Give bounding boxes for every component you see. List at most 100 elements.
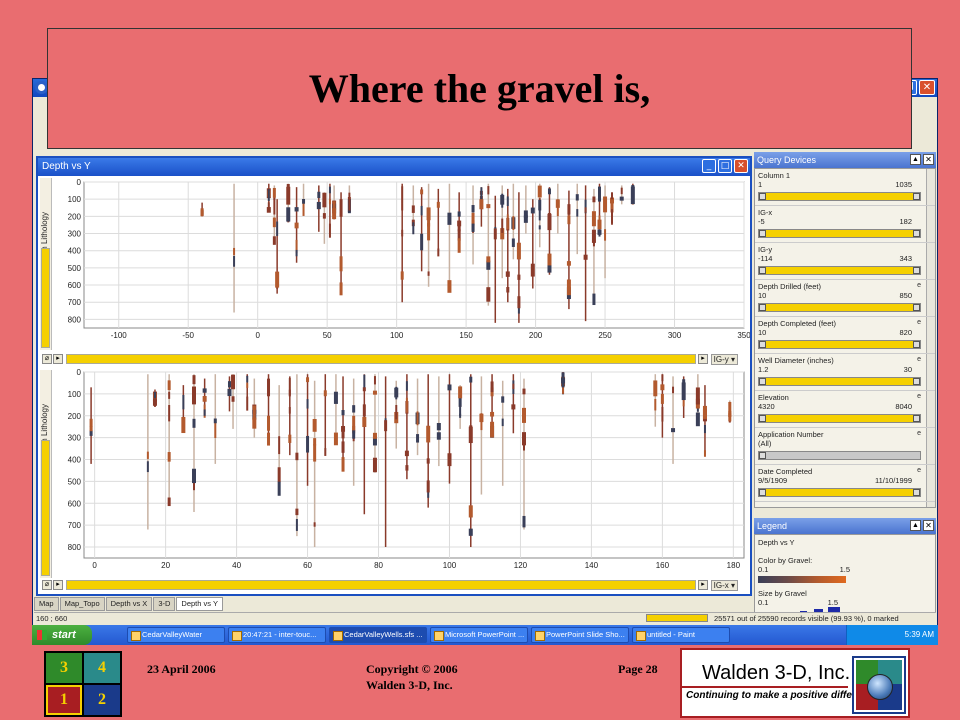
tab-3-d[interactable]: 3-D — [153, 597, 176, 611]
top-vertical-range-bar[interactable] — [41, 248, 50, 348]
query-device-flag: e — [917, 467, 921, 474]
clock: 5:39 AM — [904, 630, 934, 639]
top-link-icon[interactable]: ⌀ — [42, 354, 52, 364]
gravel-segment — [192, 375, 196, 385]
slider-handle-max[interactable] — [913, 378, 920, 385]
plot-window-titlebar[interactable]: Depth vs Y _ □ ✕ — [38, 158, 750, 176]
close-icon[interactable]: ✕ — [923, 520, 934, 531]
tab-depth-vs-y[interactable]: Depth vs Y — [176, 597, 223, 611]
gravel-segment — [654, 398, 657, 411]
collapse-icon[interactable]: ▲ — [910, 520, 921, 531]
bottom-link-icon[interactable]: ⌀ — [42, 580, 52, 590]
close-icon[interactable]: ✕ — [734, 159, 748, 173]
slider-handle-min[interactable] — [759, 304, 766, 311]
collapse-icon[interactable]: ▲ — [910, 154, 921, 165]
top-horizontal-range-bar[interactable] — [66, 354, 696, 364]
slider-handle-min[interactable] — [759, 415, 766, 422]
taskbar-item[interactable]: Microsoft PowerPoint ... — [430, 627, 528, 643]
bottom-axis-selector[interactable]: IG-x ▾ — [710, 580, 738, 591]
query-range-slider[interactable] — [758, 451, 921, 460]
slider-handle-min[interactable] — [759, 452, 766, 459]
slider-handle-min[interactable] — [759, 378, 766, 385]
query-device-item: Column 1 1 1035 — [755, 169, 935, 206]
bottom-vertical-range-bar[interactable] — [41, 440, 50, 576]
taskbar-item[interactable]: CedarValleyWater — [127, 627, 225, 643]
taskbar-item[interactable]: PowerPoint Slide Sho... — [531, 627, 629, 643]
close-icon[interactable]: ✕ — [923, 154, 934, 165]
gravel-segment — [167, 452, 171, 462]
minimize-icon[interactable]: _ — [702, 159, 716, 173]
slider-handle-min[interactable] — [759, 193, 766, 200]
slider-handle-max[interactable] — [913, 193, 920, 200]
slider-handle-min[interactable] — [759, 341, 766, 348]
bottom-scroll-right-icon[interactable]: ▸ — [698, 580, 708, 590]
slider-handle-min[interactable] — [759, 489, 766, 496]
gravel-segment — [702, 405, 707, 419]
taskbar-item[interactable]: 20:47:21 - inter-touc... — [228, 627, 326, 643]
slider-handle-min[interactable] — [759, 267, 766, 274]
query-range-slider[interactable] — [758, 266, 921, 275]
gravel-segment — [530, 263, 535, 277]
top-scroll-left-icon[interactable]: ▸ — [53, 354, 63, 364]
gravel-segment — [506, 214, 509, 230]
x-tick-label: 140 — [585, 561, 599, 570]
status-records: 25571 out of 25590 records visible (99.9… — [714, 614, 899, 623]
bottom-horizontal-range-bar[interactable] — [66, 580, 696, 590]
top-plot-panel: Depth Lithology -100 -50 0 50 100 150 200 250 30… — [38, 176, 750, 366]
slider-handle-max[interactable] — [913, 304, 920, 311]
legend-header[interactable]: Legend ▲ ✕ — [754, 518, 936, 534]
gravel-segment — [471, 205, 475, 213]
gravel-segment — [436, 432, 441, 440]
gravel-segment — [468, 505, 473, 518]
slider-handle-max[interactable] — [913, 489, 920, 496]
top-scroll-right-icon[interactable]: ▸ — [698, 354, 708, 364]
query-range-slider[interactable] — [758, 229, 921, 238]
gravel-segment — [339, 256, 343, 272]
gravel-segment — [522, 407, 526, 423]
quick-launch-icons[interactable] — [98, 629, 122, 641]
tab-map-topo[interactable]: Map_Topo — [59, 597, 105, 611]
gravel-segment — [312, 418, 317, 432]
start-button[interactable]: start — [32, 625, 92, 645]
slide-title: Where the gravel is, — [308, 66, 651, 111]
gravel-segment — [493, 228, 497, 240]
x-tick-label: 100 — [390, 331, 404, 340]
gravel-segment — [703, 450, 706, 457]
gravel-segment — [333, 391, 338, 404]
gravel-segment — [469, 376, 473, 383]
slider-handle-max[interactable] — [913, 230, 920, 237]
gravel-segment — [426, 480, 430, 493]
slide-title-box: Where the gravel is, — [47, 28, 912, 149]
query-range-slider[interactable] — [758, 488, 921, 497]
slider-handle-max[interactable] — [913, 341, 920, 348]
query-range-slider[interactable] — [758, 340, 921, 349]
maximize-icon[interactable]: □ — [718, 159, 732, 173]
bottom-scroll-left-icon[interactable]: ▸ — [53, 580, 63, 590]
query-devices-header[interactable]: Query Devices ▲ ✕ — [754, 152, 936, 168]
gravel-segment — [373, 376, 376, 385]
slider-handle-max[interactable] — [913, 415, 920, 422]
taskbar-item[interactable]: CedarValleyWells.sfs ... — [329, 627, 427, 643]
query-range-slider[interactable] — [758, 377, 921, 386]
query-range-slider[interactable] — [758, 414, 921, 423]
x-tick-label: 300 — [668, 331, 682, 340]
gravel-segment — [400, 271, 404, 280]
gravel-segment — [490, 421, 495, 438]
gravel-segment — [547, 213, 551, 229]
gravel-segment — [202, 396, 207, 402]
gravel-segment — [333, 432, 338, 446]
query-range-slider[interactable] — [758, 303, 921, 312]
tab-map[interactable]: Map — [34, 597, 59, 611]
close-icon[interactable]: ✕ — [919, 80, 935, 95]
slider-handle-min[interactable] — [759, 230, 766, 237]
gravel-segment — [660, 384, 665, 391]
query-range-slider[interactable] — [758, 192, 921, 201]
gravel-segment — [272, 217, 276, 228]
slider-handle-max[interactable] — [913, 267, 920, 274]
tab-depth-vs-x[interactable]: Depth vs X — [105, 597, 153, 611]
gravel-segment — [384, 420, 388, 432]
taskbar-item[interactable]: untitled - Paint — [632, 627, 730, 643]
top-axis-selector[interactable]: IG-y ▾ — [710, 354, 738, 365]
gravel-segment — [566, 279, 571, 296]
y-tick-label: 800 — [68, 543, 82, 552]
